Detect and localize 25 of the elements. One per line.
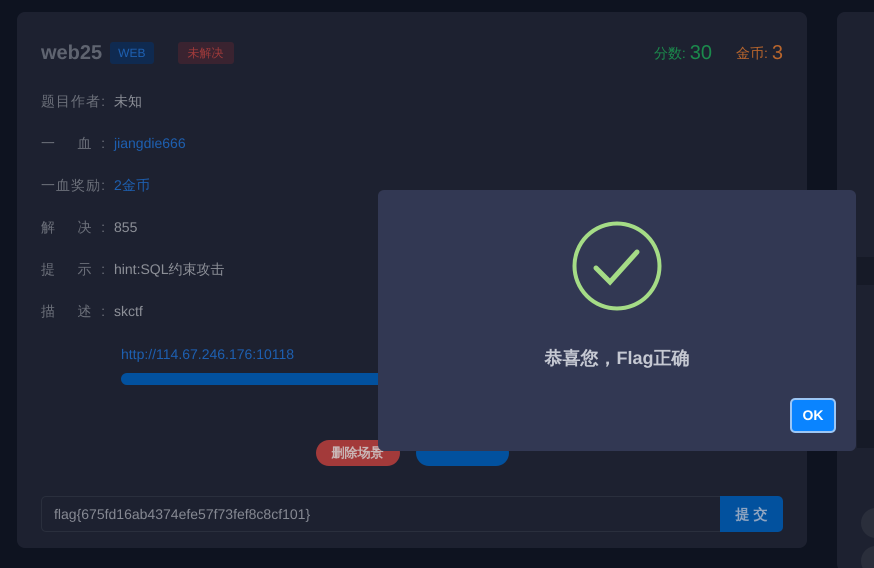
ok-button[interactable]: OK: [790, 398, 836, 433]
field-label: 一血奖励:: [41, 176, 105, 194]
score-value: 30: [690, 41, 712, 66]
coins-value: 3: [772, 41, 783, 66]
success-check-icon: [572, 221, 662, 311]
field-label: 提 示:: [41, 260, 105, 278]
coins-label: 金币:: [736, 44, 768, 62]
status-tag: 未解决: [178, 42, 234, 64]
field-value: skctf: [114, 302, 143, 320]
flag-input[interactable]: flag{675fd16ab4374efe57f73fef8c8cf101}: [41, 496, 720, 532]
challenge-title: web25: [41, 41, 102, 66]
url-link[interactable]: http://114.67.246.176:10118: [121, 344, 294, 365]
field-label: 题目作者:: [41, 92, 105, 110]
score-label: 分数:: [654, 44, 686, 62]
field-value: hint:SQL约束攻击: [114, 260, 224, 279]
field-label: 一 血:: [41, 134, 105, 152]
field-label: 描 述:: [41, 302, 105, 320]
submit-button[interactable]: 提 交: [720, 496, 783, 532]
category-tag: WEB: [110, 42, 154, 64]
field-link[interactable]: 2金币: [114, 174, 150, 196]
field-value: 855: [114, 218, 138, 236]
field-link[interactable]: jiangdie666: [114, 132, 186, 154]
field-value: 未知: [114, 92, 142, 110]
dialog-message: 恭喜您，Flag正确: [544, 347, 690, 370]
field-label: 解 决:: [41, 218, 105, 236]
